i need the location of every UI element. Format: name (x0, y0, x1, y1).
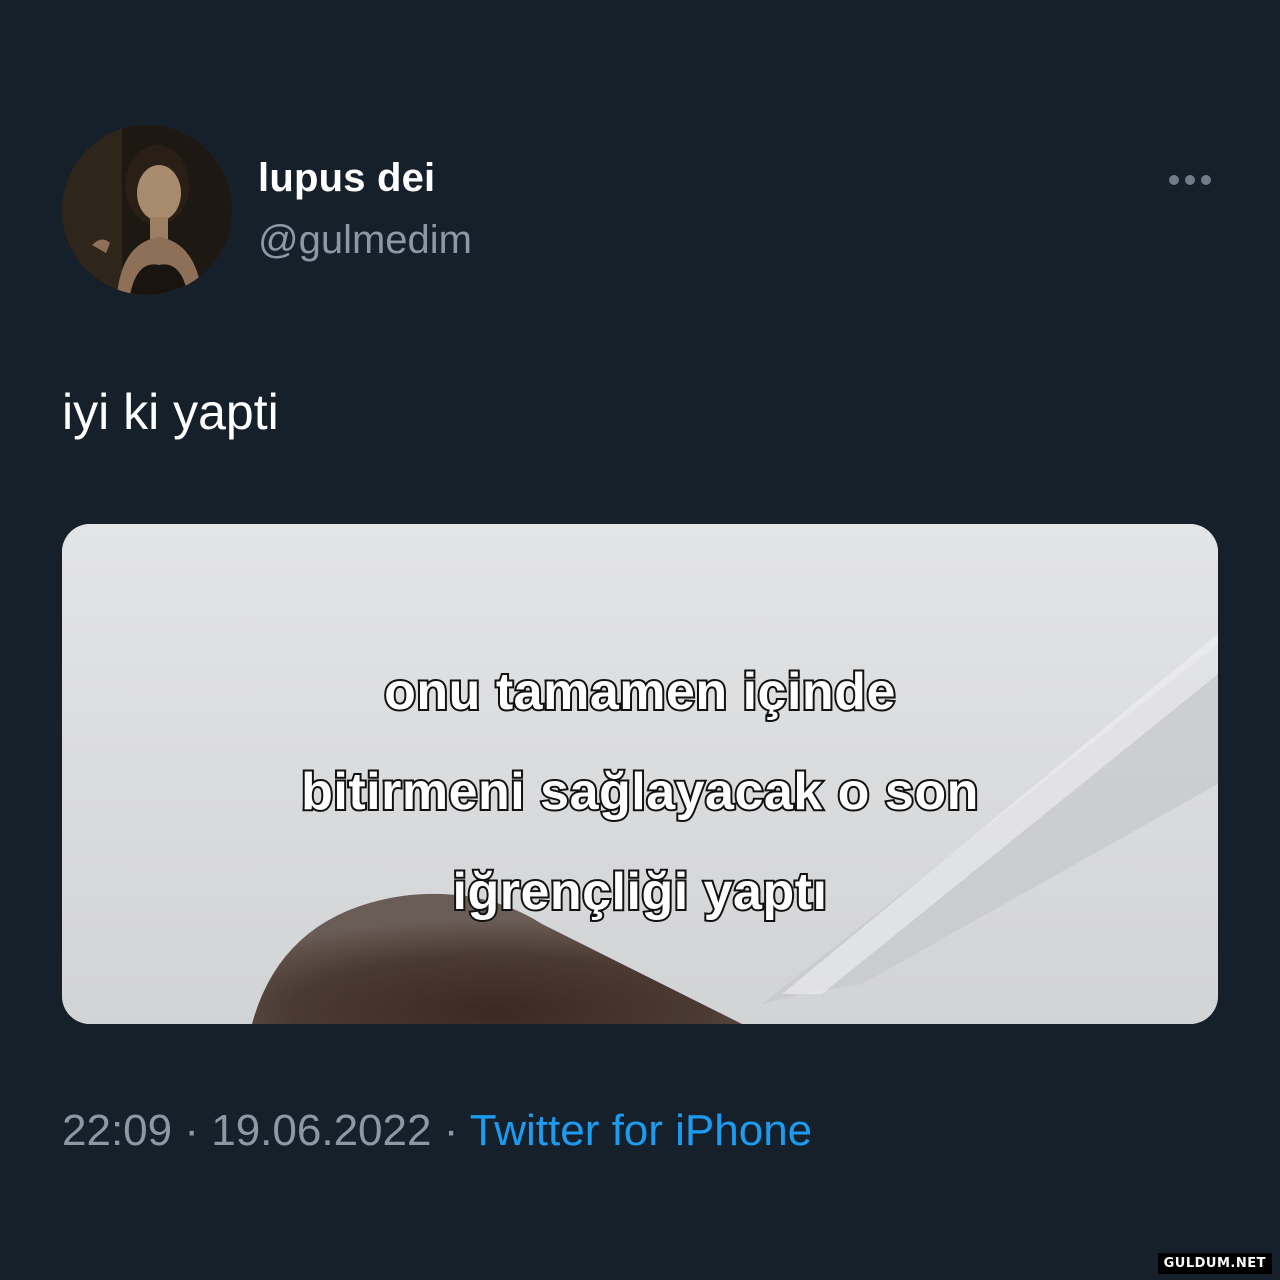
caption-line: iğrençliği yaptı (451, 861, 829, 923)
avatar[interactable] (62, 125, 232, 295)
avatar-photo (62, 125, 232, 295)
tweet-date[interactable]: 19.06.2022 (211, 1106, 431, 1155)
watermark: GULDUM.NET (1157, 1253, 1272, 1274)
caption-line: onu tamamen içinde (382, 661, 897, 723)
tweet-source-link[interactable]: Twitter for iPhone (470, 1106, 812, 1155)
more-options-button[interactable] (1160, 160, 1220, 200)
separator: · (184, 1106, 199, 1155)
tweet-metadata: 22:09 · 19.06.2022 · Twitter for iPhone (62, 1106, 812, 1156)
media-caption: onu tamamen içinde bitirmeni sağlayacak … (62, 642, 1218, 942)
tweet-media[interactable]: onu tamamen içinde bitirmeni sağlayacak … (62, 524, 1218, 1024)
more-horizontal-icon (1169, 175, 1211, 185)
caption-line: bitirmeni sağlayacak o son (299, 761, 980, 823)
tweet-page: lupus dei @gulmedim iyi ki yapti onu tam… (0, 0, 1280, 1280)
tweet-time[interactable]: 22:09 (62, 1106, 172, 1155)
display-name[interactable]: lupus dei (258, 156, 435, 201)
tweet-text: iyi ki yapti (62, 384, 279, 440)
user-handle[interactable]: @gulmedim (258, 218, 472, 263)
separator: · (443, 1106, 459, 1155)
